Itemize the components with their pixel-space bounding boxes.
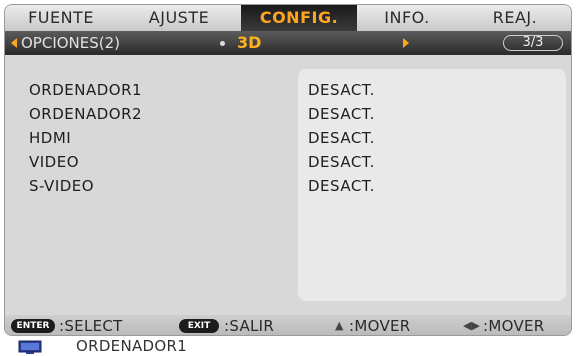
sub-tab-opciones[interactable]: OPCIONES(2): [21, 33, 120, 53]
setting-value-ordenador1[interactable]: DESACT.: [308, 81, 375, 99]
sub-tab-3d[interactable]: 3D: [237, 32, 261, 53]
current-source-bar: ORDENADOR1: [0, 337, 576, 356]
setting-value-ordenador2[interactable]: DESACT.: [308, 105, 375, 123]
left-right-arrow-icon: ◀▶: [463, 319, 480, 332]
tab-ajuste[interactable]: AJUSTE: [117, 5, 241, 31]
move-horizontal-help-text: :MOVER: [483, 317, 545, 335]
setting-label-ordenador1[interactable]: ORDENADOR1: [29, 81, 142, 99]
exit-help-text: :SALIR: [224, 317, 275, 335]
enter-key-icon: ENTER: [11, 319, 55, 333]
projector-menu: FUENTE AJUSTE CONFIG. INFO. REAJ. OPCION…: [4, 4, 572, 336]
page-indicator: 3/3: [503, 35, 563, 51]
exit-key-icon: EXIT: [179, 319, 219, 333]
tab-info[interactable]: INFO.: [357, 5, 457, 31]
footer-help-bar: ENTER :SELECT EXIT :SALIR ▲︎ :MOVER ◀▶ :…: [5, 315, 571, 335]
menu-tabs: FUENTE AJUSTE CONFIG. INFO. REAJ.: [5, 5, 571, 31]
tab-reaj[interactable]: REAJ.: [457, 5, 571, 31]
sub-tab-bar: OPCIONES(2) 3D 3/3: [5, 31, 571, 55]
computer-monitor-icon: [18, 340, 42, 354]
setting-label-video[interactable]: VIDEO: [29, 153, 79, 171]
setting-value-hdmi[interactable]: DESACT.: [308, 129, 375, 147]
setting-label-ordenador2[interactable]: ORDENADOR2: [29, 105, 142, 123]
enter-help-text: :SELECT: [59, 317, 123, 335]
tab-config[interactable]: CONFIG.: [241, 5, 357, 31]
tab-fuente[interactable]: FUENTE: [5, 5, 117, 31]
setting-value-video[interactable]: DESACT.: [308, 153, 375, 171]
arrow-left-icon[interactable]: [11, 38, 17, 48]
up-down-arrow-icon: ▲︎: [335, 319, 344, 332]
current-source-label: ORDENADOR1: [76, 337, 188, 355]
setting-value-s-video[interactable]: DESACT.: [308, 177, 375, 195]
setting-label-s-video[interactable]: S-VIDEO: [29, 177, 94, 195]
move-vertical-help-text: :MOVER: [349, 317, 411, 335]
settings-panel: ORDENADOR1 DESACT. ORDENADOR2 DESACT. HD…: [5, 55, 571, 315]
bullet-icon: [220, 41, 225, 46]
setting-label-hdmi[interactable]: HDMI: [29, 129, 71, 147]
arrow-right-icon[interactable]: [403, 38, 409, 48]
